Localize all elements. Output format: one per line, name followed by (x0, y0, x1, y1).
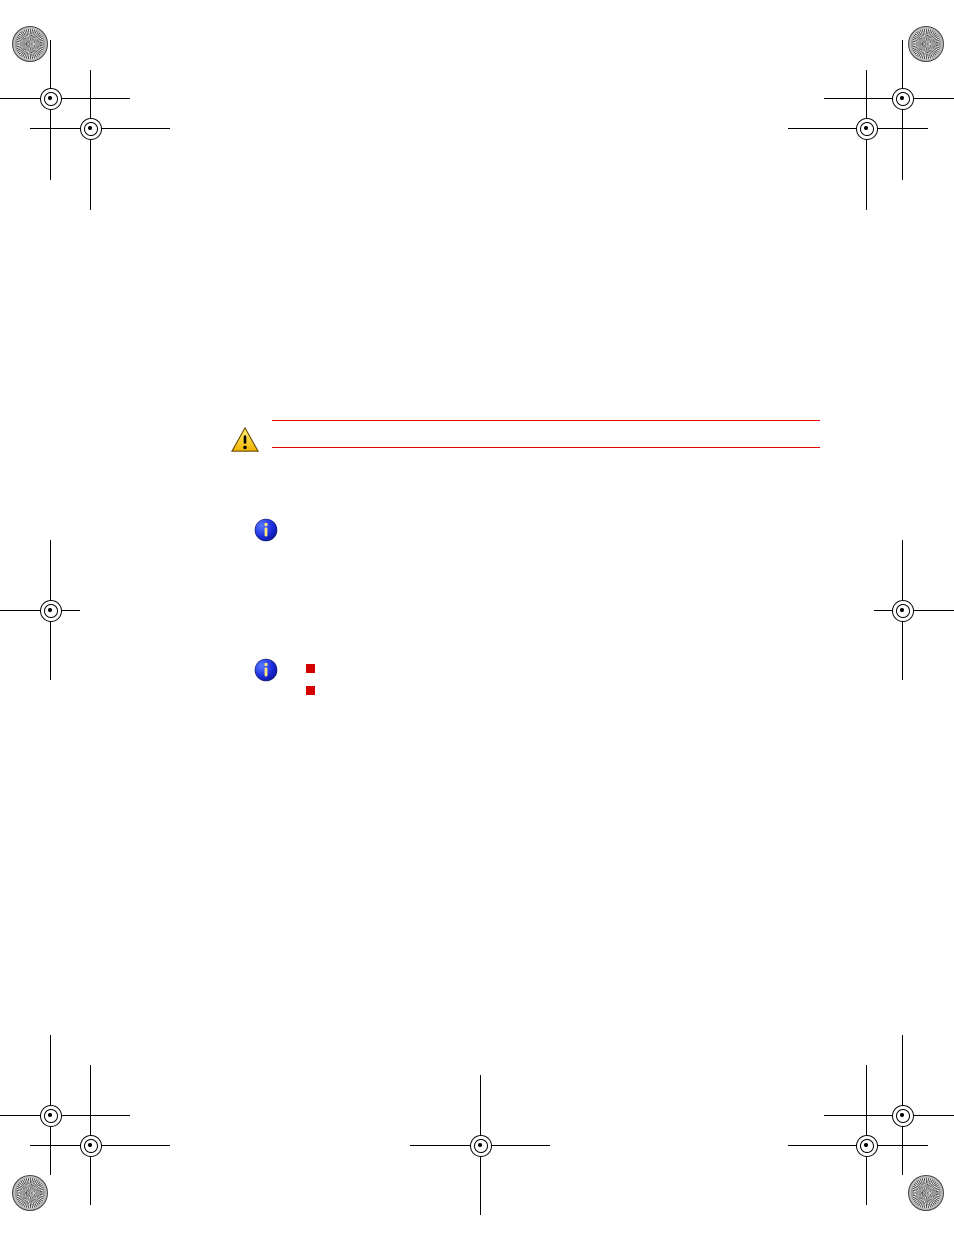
info-callout-2 (272, 658, 820, 702)
medallion-icon (908, 1175, 944, 1211)
warning-icon (230, 426, 260, 454)
target-icon (40, 1105, 62, 1127)
medallion-icon (908, 26, 944, 62)
target-icon (80, 118, 102, 140)
regmark-mid-right (874, 540, 954, 680)
bullet-item (272, 658, 820, 680)
page-content (272, 420, 820, 702)
info-icon (254, 518, 278, 542)
target-icon (40, 88, 62, 110)
regmark-bottom-center (410, 1075, 550, 1215)
regmark-bottom-right-inner (788, 1065, 928, 1205)
target-icon (892, 88, 914, 110)
regmark-top-right-inner (788, 70, 928, 210)
regmark-bottom-right (824, 1035, 954, 1175)
regmark-top-left-inner (30, 70, 170, 210)
regmark-bottom-left (0, 1035, 130, 1175)
warning-callout (272, 420, 820, 448)
medallion-icon (12, 26, 48, 62)
target-icon (892, 600, 914, 622)
medallion-icon (12, 1175, 48, 1211)
target-icon (856, 118, 878, 140)
target-icon (856, 1135, 878, 1157)
target-icon (80, 1135, 102, 1157)
regmark-mid-left (0, 540, 80, 680)
warning-rule (272, 420, 820, 448)
target-icon (470, 1135, 492, 1157)
bullet-item (272, 680, 820, 702)
target-icon (892, 1105, 914, 1127)
regmark-top-right (824, 40, 954, 180)
target-icon (40, 600, 62, 622)
info-callout-1 (272, 518, 820, 548)
regmark-bottom-left-inner (30, 1065, 170, 1205)
regmark-top-left (0, 40, 130, 180)
